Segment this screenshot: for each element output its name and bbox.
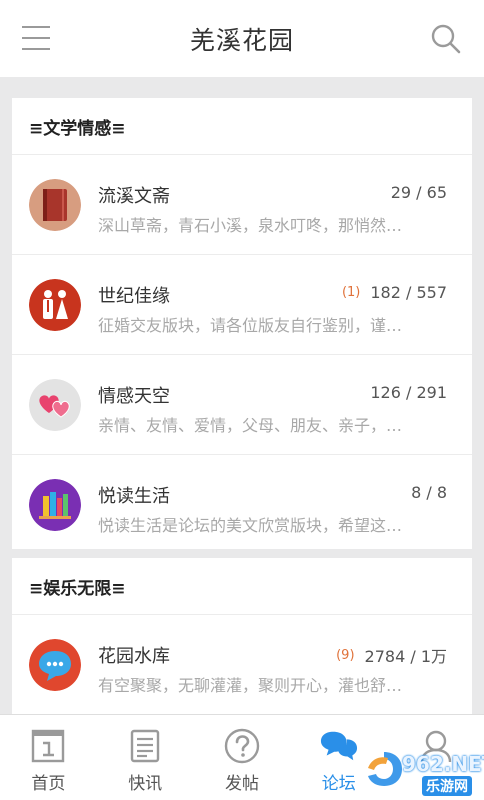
bookshelf-icon — [29, 479, 81, 531]
tab-post[interactable]: 发帖 — [194, 715, 291, 800]
forum-desc: 征婚交友版块，请各位版友自行鉴别，谨… — [98, 316, 403, 335]
page-title: 羌溪花园 — [189, 25, 294, 55]
forum-desc: 悦读生活是论坛的美文欣赏版块，希望这… — [98, 516, 403, 535]
forum-stats: 126 / 291 — [370, 383, 447, 402]
menu-icon[interactable] — [22, 26, 50, 50]
chat-bubble-icon — [29, 639, 81, 691]
chat-bubbles-icon — [320, 727, 358, 765]
new-post-badge: (9) — [336, 647, 355, 663]
new-post-badge: (1) — [341, 285, 361, 300]
tab-label: 发帖 — [224, 774, 259, 794]
forum-name: 悦读生活 — [98, 486, 170, 507]
thread-post-count: 182 / 557 — [370, 283, 447, 302]
site-watermark: 962.NET 乐游网 — [362, 748, 484, 798]
forum-list: ≡文学情感≡ 流溪文斋 29 / 65 深山草斋，青石小溪，泉水叮咚，那悄然… — [0, 77, 484, 714]
tab-news[interactable]: 快讯 — [97, 715, 194, 800]
tab-label: 首页 — [31, 774, 66, 794]
forum-item-jiayuan[interactable]: 世纪佳缘 (1) 182 / 557 征婚交友版块，请各位版友自行鉴别，谨… — [12, 254, 472, 354]
forum-stats: 8 / 8 — [411, 483, 447, 502]
forum-desc: 有空聚聚，无聊灌灌，聚则开心，灌也舒… — [98, 676, 403, 695]
thread-post-count: 8 / 8 — [411, 483, 447, 502]
forum-name: 流溪文斋 — [98, 186, 170, 207]
section-title: ≡文学情感≡ — [29, 118, 126, 139]
forum-stats: (9) 2784 / 1万 — [336, 643, 447, 667]
forum-stats: 29 / 65 — [391, 183, 447, 202]
forum-name: 世纪佳缘 — [98, 286, 170, 307]
forum-item-huayuan[interactable]: 花园水库 (9) 2784 / 1万 有空聚聚，无聊灌灌，聚则开心，灌也舒… — [12, 614, 472, 714]
news-icon — [126, 727, 164, 765]
home-icon — [29, 727, 67, 765]
search-icon[interactable] — [430, 23, 462, 55]
tab-home[interactable]: 首页 — [0, 715, 97, 800]
forum-name: 花园水库 — [98, 646, 170, 667]
thread-post-count: 29 / 65 — [390, 183, 447, 202]
watermark-text: 962.NET — [402, 752, 484, 776]
question-icon — [223, 727, 261, 765]
couple-icon — [29, 279, 81, 331]
section-title: ≡娱乐无限≡ — [29, 578, 126, 599]
watermark-subtext: 乐游网 — [422, 776, 472, 796]
forum-item-liuxi[interactable]: 流溪文斋 29 / 65 深山草斋，青石小溪，泉水叮咚，那悄然… — [12, 154, 472, 254]
thread-post-count: 126 / 291 — [370, 383, 447, 402]
thread-post-count: 2784 / 1万 — [364, 647, 447, 666]
forum-desc: 亲情、友情、爱情，父母、朋友、亲子，… — [98, 416, 403, 435]
forum-item-yuedu[interactable]: 悦读生活 8 / 8 悦读生活是论坛的美文欣赏版块，希望这… — [12, 454, 472, 554]
top-bar: 羌溪花园 — [0, 0, 484, 77]
tab-label: 论坛 — [321, 774, 356, 794]
forum-item-qinggan[interactable]: 情感天空 126 / 291 亲情、友情、爱情，父母、朋友、亲子，… — [12, 354, 472, 454]
forum-stats: (1) 182 / 557 — [342, 283, 447, 302]
section-literature: ≡文学情感≡ 流溪文斋 29 / 65 深山草斋，青石小溪，泉水叮咚，那悄然… — [12, 98, 472, 549]
section-entertainment: ≡娱乐无限≡ 花园水库 (9) 2784 / 1万 有空聚聚，无聊灌灌，聚则开心… — [12, 558, 472, 714]
watermark-logo-icon — [368, 752, 402, 786]
forum-name: 情感天空 — [98, 386, 170, 407]
forum-desc: 深山草斋，青石小溪，泉水叮咚，那悄然… — [98, 216, 403, 235]
tab-label: 快讯 — [128, 774, 163, 794]
hearts-icon — [29, 379, 81, 431]
book-icon — [29, 179, 81, 231]
